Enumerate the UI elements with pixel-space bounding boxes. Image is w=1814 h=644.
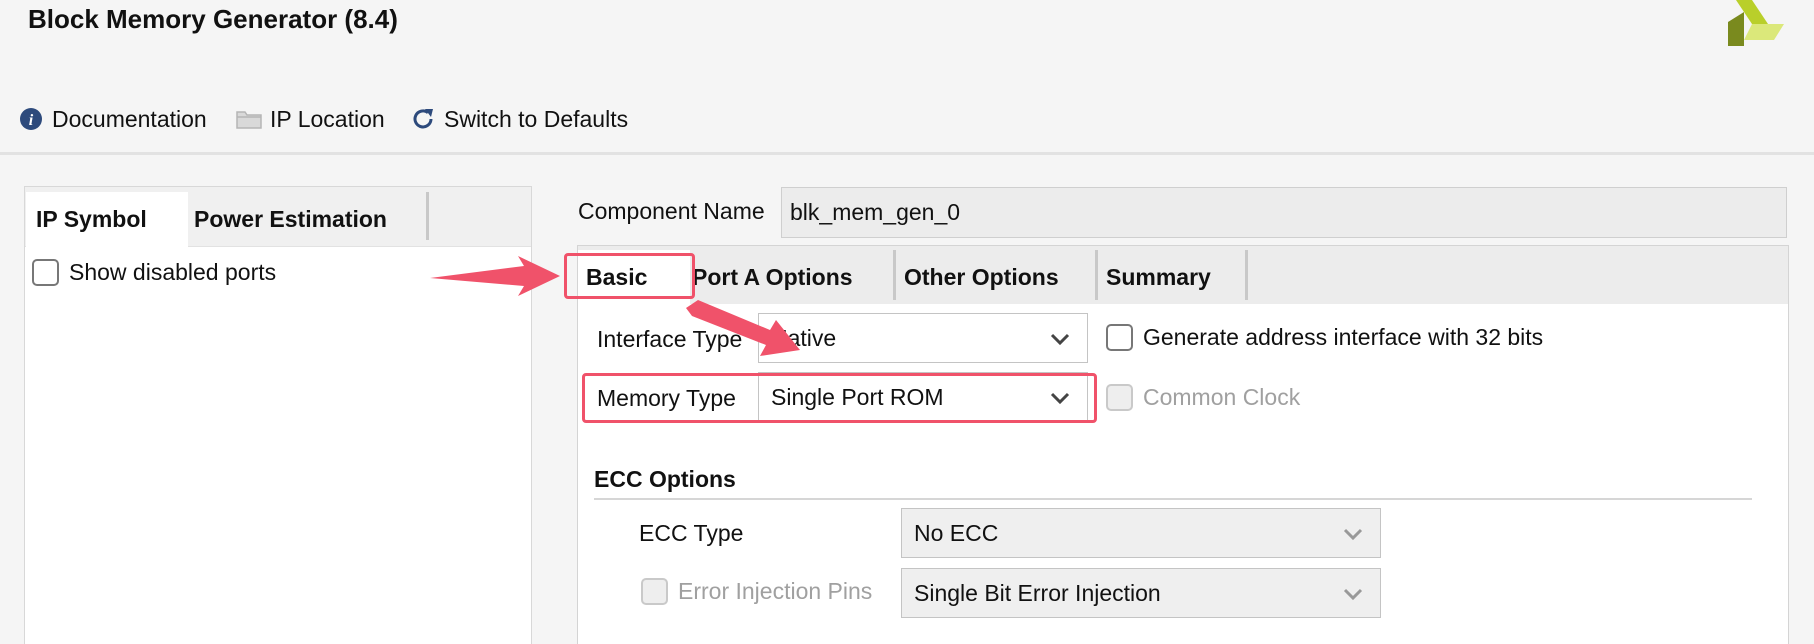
chevron-down-icon: [1343, 528, 1363, 541]
generate-32bit-address-label: Generate address interface with 32 bits: [1143, 324, 1544, 350]
generate-32bit-address-row[interactable]: Generate address interface with 32 bits: [1106, 324, 1543, 351]
tab-divider: [1245, 250, 1248, 300]
tab-divider: [426, 192, 429, 240]
error-injection-pins-checkbox[interactable]: [641, 578, 668, 605]
component-name-input[interactable]: [781, 187, 1787, 238]
error-injection-value: Single Bit Error Injection: [914, 579, 1161, 606]
chevron-down-icon: [1050, 392, 1070, 405]
tab-basic[interactable]: Basic: [578, 250, 690, 304]
ecc-type-label: ECC Type: [639, 520, 744, 546]
xilinx-logo-icon: [1728, 0, 1784, 46]
memory-type-label: Memory Type: [597, 385, 736, 411]
documentation-label: Documentation: [52, 105, 207, 132]
memory-type-select[interactable]: Single Port ROM: [758, 372, 1088, 422]
tab-port-a-options[interactable]: Port A Options: [684, 250, 894, 304]
info-icon: i: [18, 106, 44, 132]
folder-icon: [236, 106, 262, 132]
interface-type-label: Interface Type: [597, 326, 743, 352]
documentation-button[interactable]: i Documentation: [18, 104, 207, 134]
common-clock-label: Common Clock: [1143, 384, 1301, 410]
tab-summary[interactable]: Summary: [1098, 250, 1246, 304]
section-divider: [594, 498, 1752, 500]
ip-location-label: IP Location: [270, 105, 385, 132]
error-injection-pins-row[interactable]: Error Injection Pins: [641, 578, 872, 605]
toolbar-divider: [0, 152, 1814, 155]
window-title: Block Memory Generator (8.4): [28, 4, 398, 34]
chevron-down-icon: [1343, 588, 1363, 601]
interface-type-value: Native: [771, 324, 837, 351]
show-disabled-ports-label: Show disabled ports: [69, 259, 277, 285]
common-clock-checkbox[interactable]: [1106, 384, 1133, 411]
refresh-icon: [410, 106, 436, 132]
tab-other-options[interactable]: Other Options: [896, 250, 1096, 304]
tab-power-estimation[interactable]: Power Estimation: [184, 192, 424, 247]
switch-to-defaults-button[interactable]: Switch to Defaults: [410, 104, 628, 134]
generate-32bit-address-checkbox[interactable]: [1106, 324, 1133, 351]
component-name-label: Component Name: [578, 198, 765, 224]
svg-text:i: i: [29, 112, 34, 129]
show-disabled-ports-row[interactable]: Show disabled ports: [32, 259, 276, 286]
error-injection-select[interactable]: Single Bit Error Injection: [901, 568, 1381, 618]
tab-ip-symbol[interactable]: IP Symbol: [26, 192, 188, 247]
ecc-type-value: No ECC: [914, 519, 999, 546]
ecc-options-heading: ECC Options: [594, 466, 736, 492]
switch-to-defaults-label: Switch to Defaults: [444, 105, 629, 132]
error-injection-pins-label: Error Injection Pins: [678, 578, 873, 604]
common-clock-row[interactable]: Common Clock: [1106, 384, 1300, 411]
show-disabled-ports-checkbox[interactable]: [32, 259, 59, 286]
chevron-down-icon: [1050, 333, 1070, 346]
interface-type-select[interactable]: Native: [758, 313, 1088, 363]
ip-location-button[interactable]: IP Location: [236, 104, 385, 134]
ecc-type-select[interactable]: No ECC: [901, 508, 1381, 558]
ip-symbol-panel: [24, 186, 532, 644]
memory-type-value: Single Port ROM: [771, 383, 944, 410]
